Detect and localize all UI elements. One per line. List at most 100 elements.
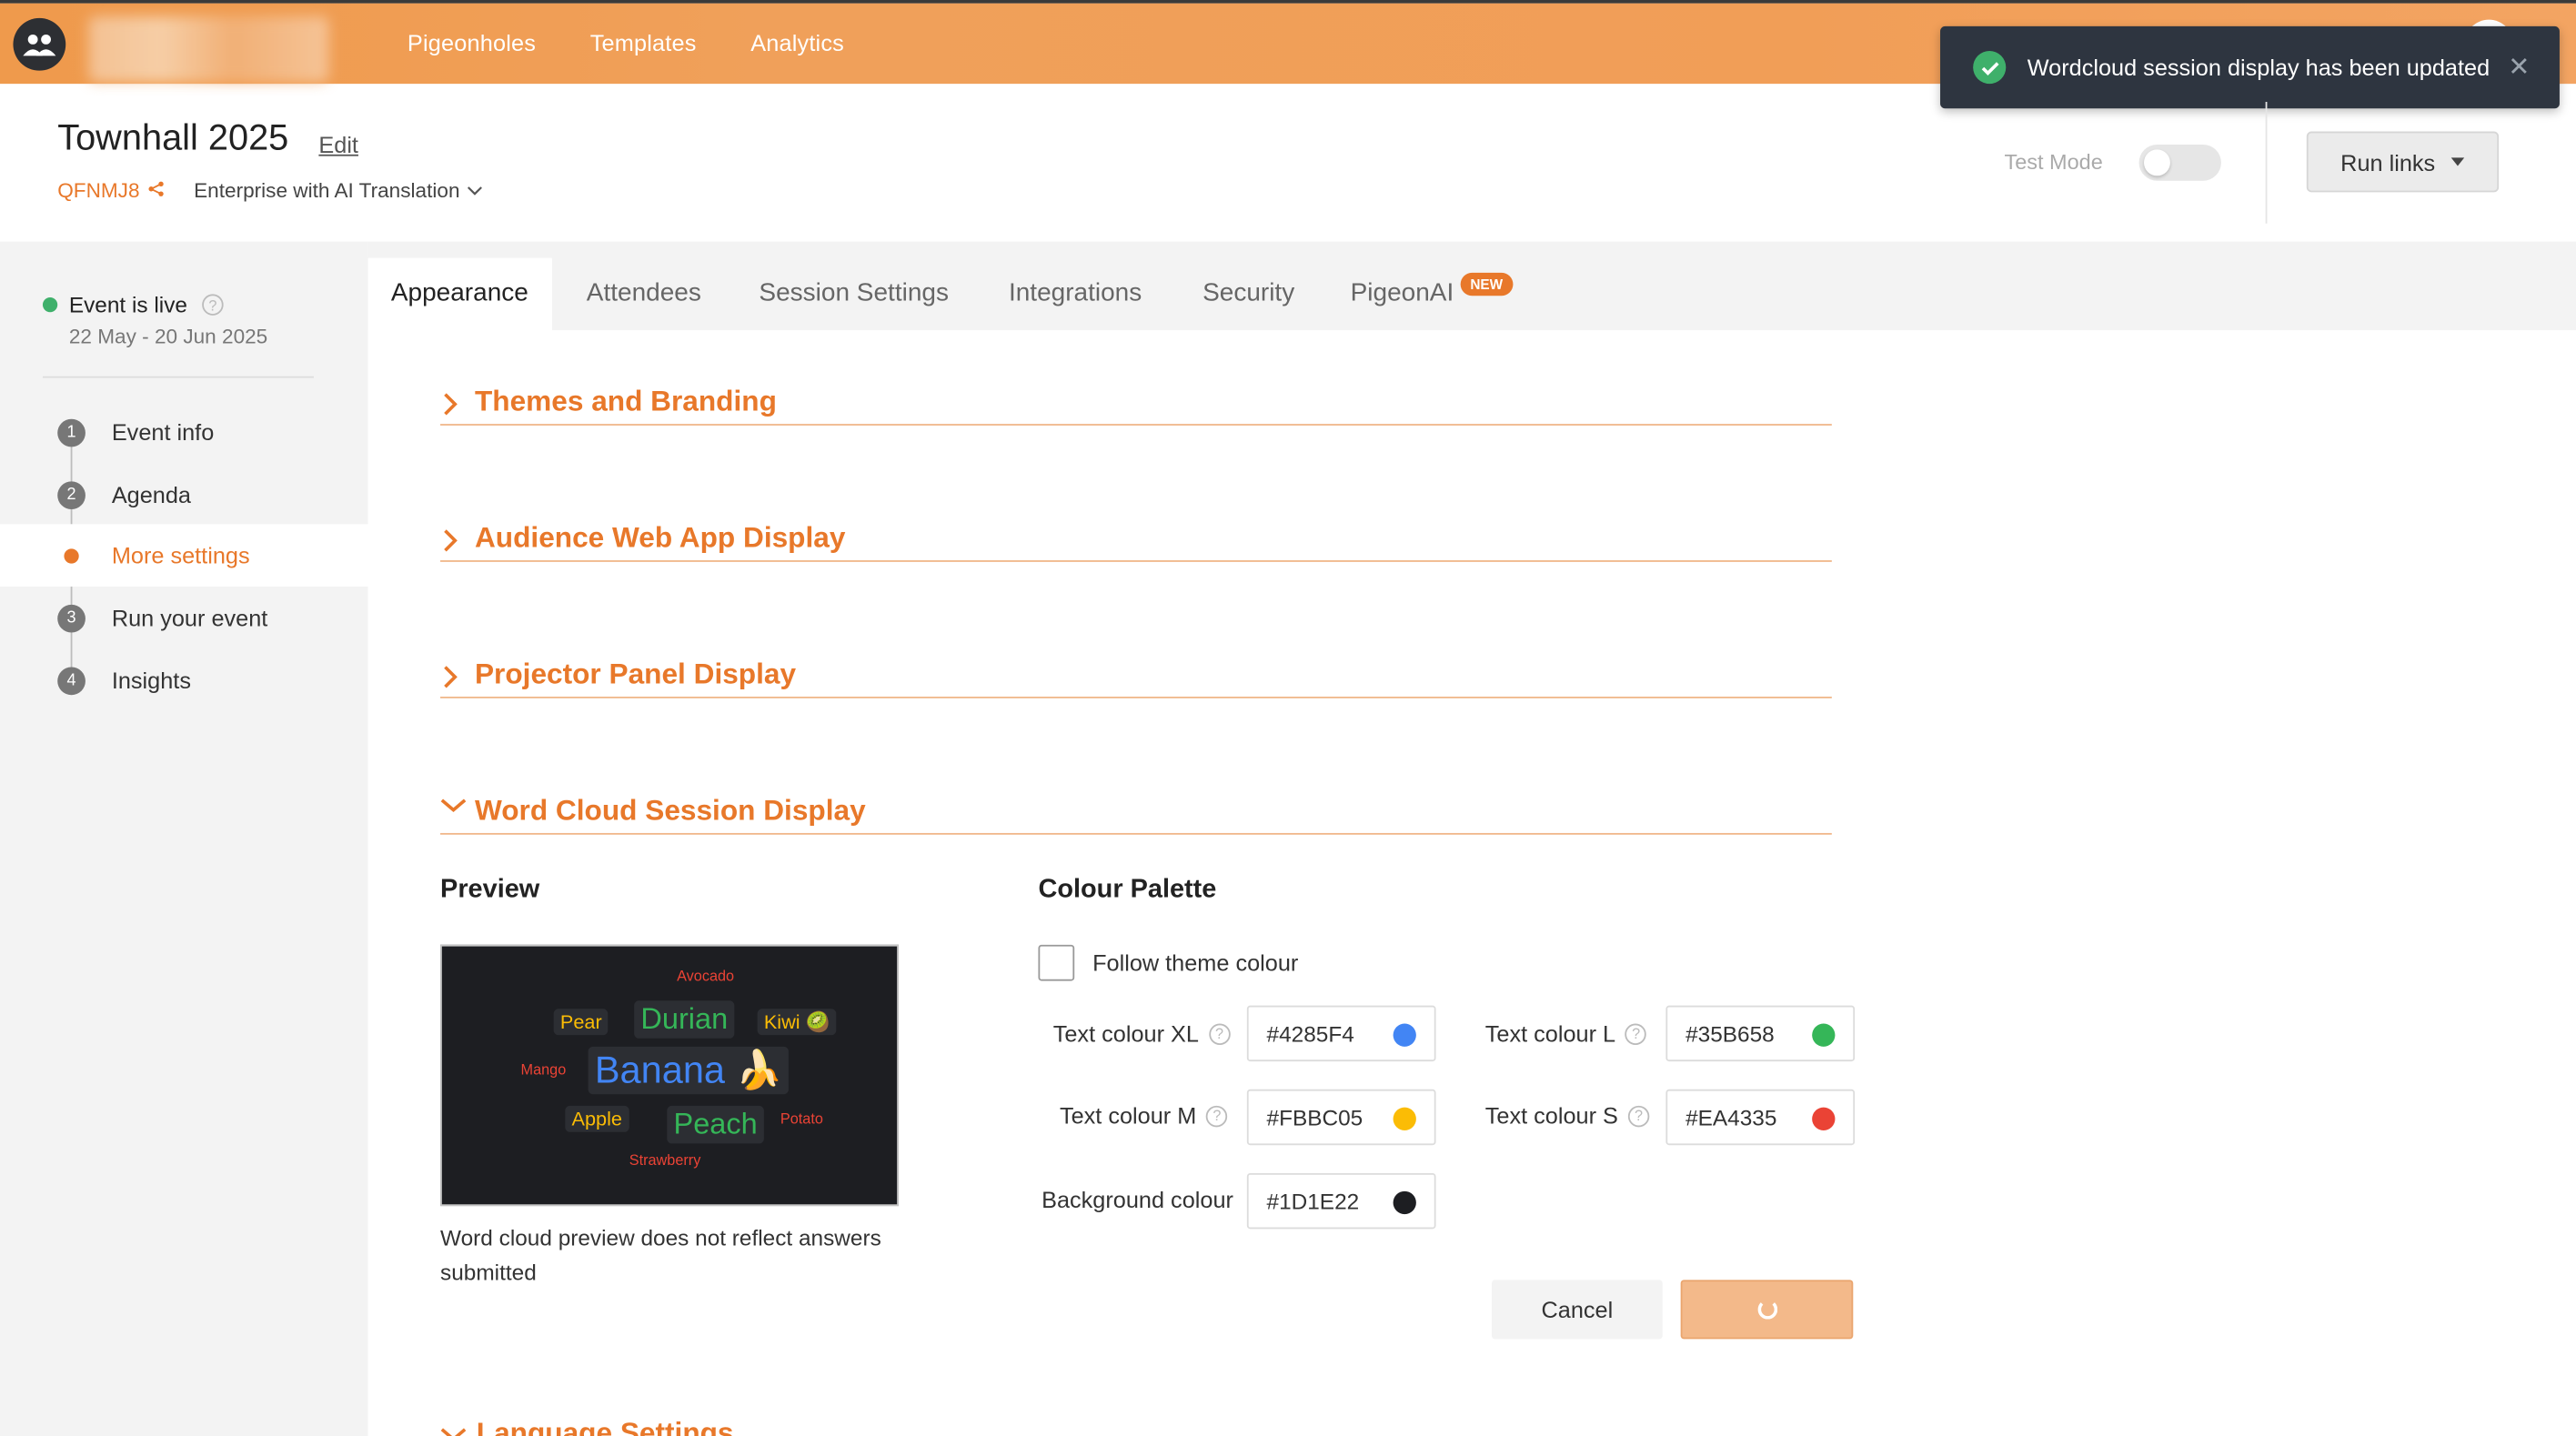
run-links-button[interactable]: Run links [2306,131,2500,193]
tab-pigeonai[interactable]: PigeonAI NEW [1351,258,1514,330]
plan-dropdown[interactable]: Enterprise with AI Translation [194,179,483,202]
section-title: Language Settings [476,1416,734,1436]
word-durian: Durian [634,1000,735,1039]
cancel-button[interactable]: Cancel [1491,1280,1663,1340]
chevron-right-icon [444,393,458,416]
success-check-icon [1973,51,2007,85]
help-icon[interactable]: ? [1627,1104,1650,1127]
field-value: #1D1E22 [1266,1189,1360,1214]
text-colour-l-label: Text colour L ? [1485,1020,1647,1047]
step-number: 2 [57,480,86,509]
step-label: Event info [111,418,215,446]
text-colour-m-label: Text colour M ? [1060,1102,1228,1129]
run-links-label: Run links [2340,148,2436,176]
pigeonhole-logo-icon[interactable] [13,17,66,71]
word-kiwi: Kiwi 🥝 [757,1009,837,1036]
nav-templates[interactable]: Templates [590,30,697,56]
test-mode-toggle[interactable] [2138,144,2221,181]
event-status-label: Event is live [68,292,187,317]
field-label: Text colour XL [1052,1019,1199,1047]
event-dates: 22 May - 20 Jun 2025 [68,325,268,349]
section-audience-web-app-display[interactable]: Audience Web App Display [440,519,1832,562]
colour-swatch[interactable] [1812,1023,1836,1047]
toast-notification: Wordcloud session display has been updat… [1940,25,2560,109]
preview-note: Word cloud preview does not reflect answ… [440,1225,881,1285]
chevron-down-icon [440,798,467,813]
section-language-settings[interactable]: Language Settings [440,1416,734,1436]
chevron-right-icon [444,529,458,552]
word-potato: Potato [780,1110,823,1128]
nav-analytics[interactable]: Analytics [750,30,844,56]
close-icon[interactable]: ✕ [2508,51,2530,84]
background-colour-input[interactable]: #1D1E22 [1246,1172,1436,1230]
text-colour-xl-input[interactable]: #4285F4 [1246,1005,1436,1062]
share-icon[interactable] [148,179,165,202]
caret-down-icon [2451,157,2465,166]
section-word-cloud-session-display[interactable]: Word Cloud Session Display [440,792,1832,835]
section-title: Projector Panel Display [474,657,797,690]
toast-message: Wordcloud session display has been updat… [2027,54,2490,81]
field-value: #4285F4 [1266,1020,1354,1046]
sidebar-step-agenda[interactable]: 2 Agenda [0,463,368,526]
colour-swatch[interactable] [1393,1107,1416,1130]
step-number: 1 [57,417,86,447]
section-title: Audience Web App Display [474,520,846,554]
text-colour-m-input[interactable]: #FBBC05 [1246,1089,1436,1146]
test-mode-label: Test Mode [2004,149,2103,175]
sidebar-step-insights[interactable]: 4 Insights [0,649,368,712]
colour-palette-heading: Colour Palette [1038,875,1217,904]
step-number: 4 [57,666,86,695]
text-colour-l-input[interactable]: #35B658 [1665,1005,1856,1062]
help-icon[interactable]: ? [1208,1022,1231,1045]
tab-security[interactable]: Security [1202,258,1294,330]
section-themes-and-branding[interactable]: Themes and Branding [440,383,1832,426]
header-divider [2265,102,2268,224]
field-label: Text colour L [1484,1019,1616,1047]
chevron-right-icon [444,666,458,688]
colour-swatch[interactable] [1393,1023,1416,1047]
word-cloud-preview: Avocado Pear Durian Kiwi 🥝 Mango Banana … [440,944,899,1207]
step-label: More settings [111,542,250,569]
colour-swatch[interactable] [1393,1190,1416,1215]
help-icon[interactable]: ? [202,294,224,316]
section-title: Themes and Branding [474,384,777,417]
organisation-name-blurred[interactable] [88,16,329,83]
field-value: #FBBC05 [1266,1104,1363,1130]
live-status-dot [42,297,58,313]
edit-title-link[interactable]: Edit [318,132,358,158]
sidebar-step-event-info[interactable]: 1 Event info [0,401,368,464]
field-value: #EA4335 [1685,1104,1777,1130]
colour-swatch[interactable] [1812,1107,1836,1130]
save-button-loading[interactable] [1680,1280,1854,1340]
nav-pigeonholes[interactable]: Pigeonholes [408,30,536,56]
tab-appearance[interactable]: Appearance [367,257,552,331]
tab-attendees[interactable]: Attendees [587,258,701,330]
word-mango: Mango [520,1061,567,1079]
step-label: Agenda [111,481,192,508]
follow-theme-checkbox[interactable] [1038,944,1075,981]
field-label: Text colour M [1059,1102,1197,1130]
main-nav: Pigeonholes Templates Analytics [408,30,844,56]
word-peach: Peach [667,1105,764,1144]
help-icon[interactable]: ? [1206,1104,1228,1127]
field-label: Text colour S [1484,1102,1618,1130]
loading-spinner-icon [1756,1300,1777,1320]
text-colour-xl-label: Text colour XL ? [1053,1020,1231,1047]
word-strawberry: Strawberry [629,1151,701,1169]
step-number: 3 [57,603,86,632]
sidebar-step-more-settings[interactable]: More settings [0,524,368,587]
sidebar-step-run-your-event[interactable]: 3 Run your event [0,587,368,649]
section-projector-panel-display[interactable]: Projector Panel Display [440,656,1832,698]
event-status: Event is live ? [42,292,224,317]
tab-session-settings[interactable]: Session Settings [759,258,949,330]
event-meta: QFNMJ8 Enterprise with AI Translation [57,179,483,202]
help-icon[interactable]: ? [1625,1022,1647,1045]
tab-integrations[interactable]: Integrations [1009,258,1142,330]
follow-theme-label: Follow theme colour [1092,949,1299,977]
sidebar-divider [42,376,314,378]
event-code[interactable]: QFNMJ8 [57,179,139,202]
step-label: Insights [111,667,191,694]
active-step-dot [64,547,79,563]
text-colour-s-input[interactable]: #EA4335 [1665,1089,1856,1146]
background-colour-label: Background colour [1041,1186,1233,1212]
